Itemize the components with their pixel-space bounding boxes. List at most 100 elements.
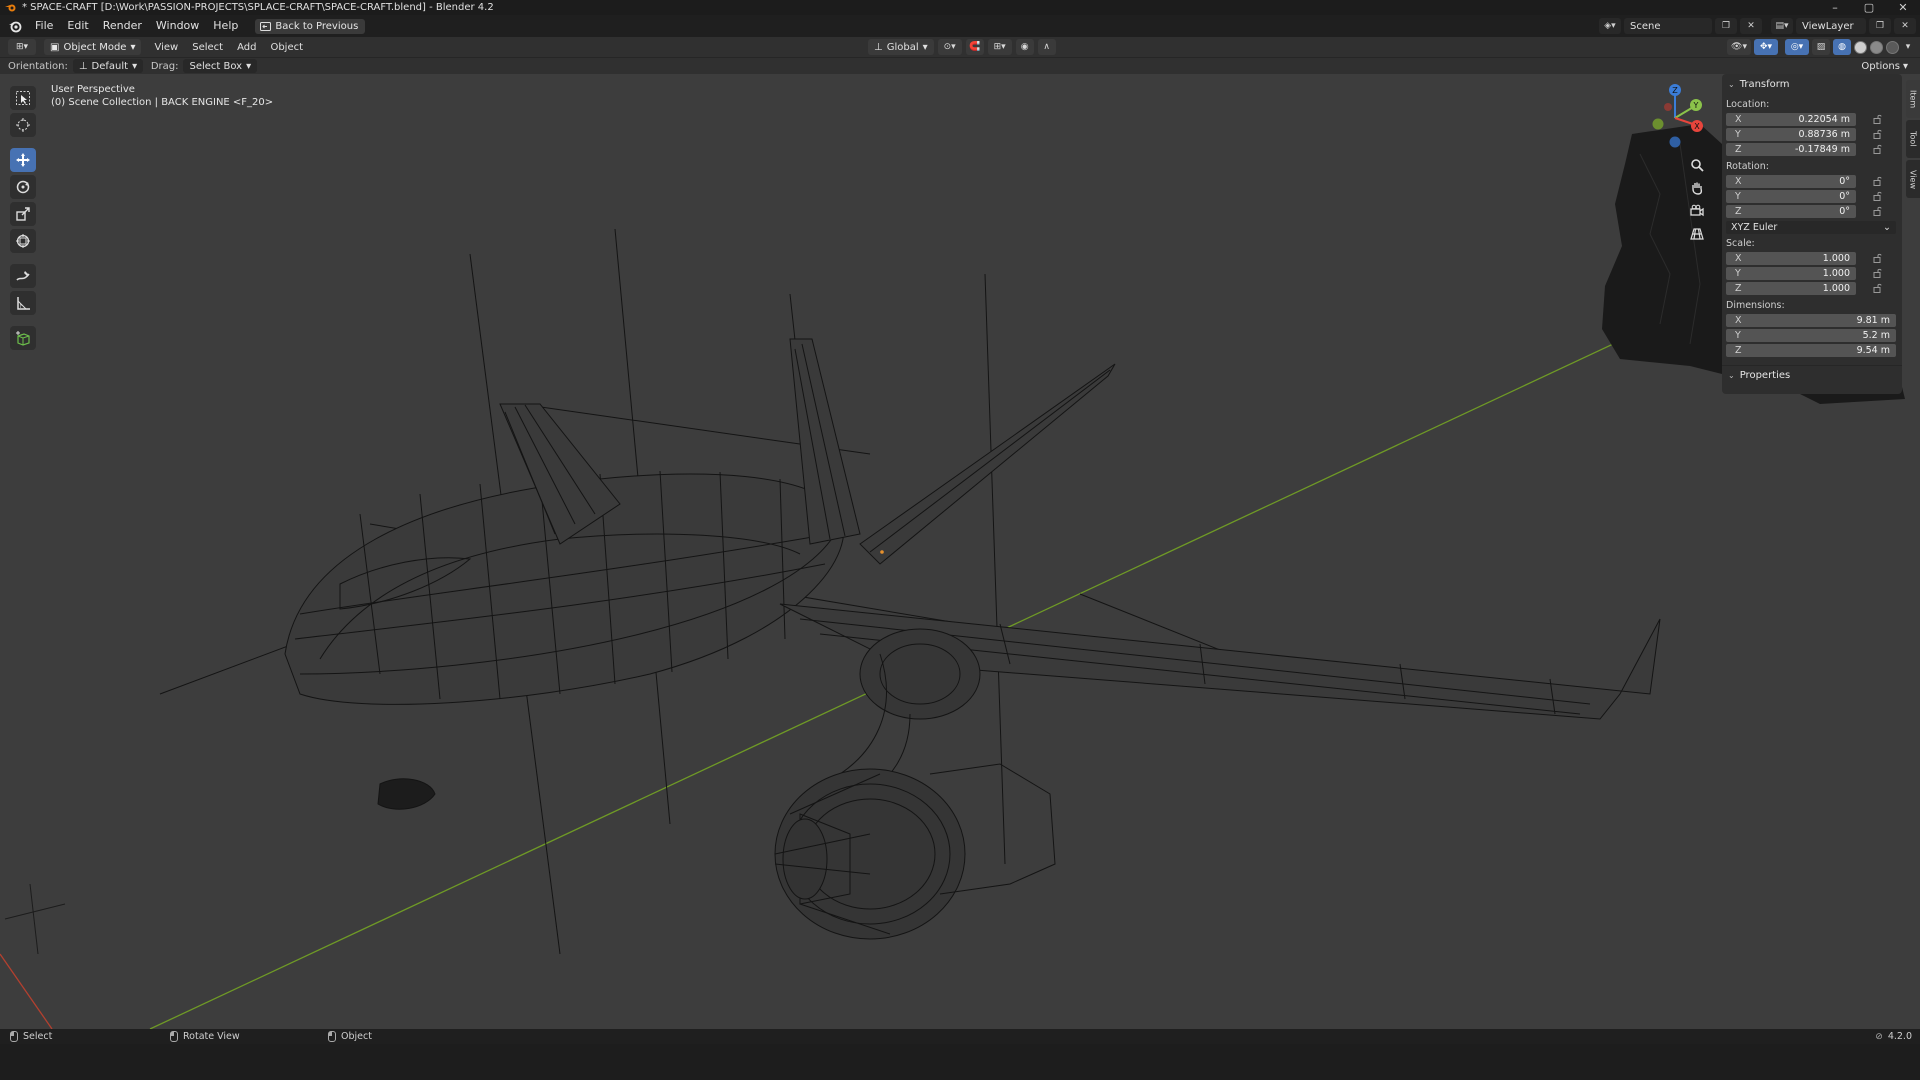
dimensions-x-field[interactable]: X 9.81 m [1726, 313, 1896, 327]
menu-render[interactable]: Render [96, 15, 149, 37]
new-scene-icon[interactable]: ❐ [1715, 18, 1737, 34]
location-z-field[interactable]: Z -0.17849 m [1726, 142, 1856, 156]
move-tool[interactable] [10, 148, 36, 172]
menu-window[interactable]: Window [149, 15, 206, 37]
material-shading-icon[interactable] [1870, 40, 1883, 54]
lock-icon[interactable] [1873, 176, 1883, 186]
pivot-point-icon[interactable]: ⊙▾ [937, 39, 962, 55]
back-to-previous-button[interactable]: Back to Previous [255, 18, 366, 34]
viewlayer-selector-icon[interactable]: ▤▾ [1771, 18, 1793, 34]
transform-panel-header[interactable]: ⌄ Transform [1722, 74, 1902, 94]
scale-tool[interactable] [10, 202, 36, 226]
close-button[interactable]: ✕ [1886, 0, 1920, 15]
lock-icon[interactable] [1873, 268, 1883, 278]
menu-file[interactable]: File [28, 15, 60, 37]
menu-help[interactable]: Help [206, 15, 245, 37]
3d-viewport[interactable]: User Perspective (0) Scene Collection | … [0, 74, 1920, 1029]
lock-icon[interactable] [1873, 283, 1883, 293]
snap-target-icon[interactable]: ⊞▾ [987, 39, 1012, 55]
falloff-curve-icon[interactable]: ∧ [1037, 39, 1056, 55]
overlay-toggle-icon[interactable]: ◎▾ [1785, 39, 1809, 55]
solid-shading-icon[interactable] [1854, 40, 1867, 54]
status-object-label: Object [341, 1031, 372, 1042]
lock-icon[interactable] [1873, 144, 1883, 154]
rotation-x-field[interactable]: X 0° [1726, 174, 1856, 188]
rendered-shading-icon[interactable] [1886, 40, 1899, 54]
spaceship-wireframe [159, 228, 1661, 955]
zoom-view-button[interactable] [1685, 154, 1709, 176]
scene-selector-icon[interactable]: ◈▾ [1599, 18, 1621, 34]
rotation-mode-dropdown[interactable]: XYZ Euler ⌄ [1726, 221, 1896, 234]
title-bar: * SPACE-CRAFT [D:\Work\PASSION-PROJECTS\… [0, 0, 1920, 15]
rotate-tool[interactable] [10, 175, 36, 199]
scale-z-field[interactable]: Z 1.000 [1726, 281, 1856, 295]
tab-view[interactable]: View [1906, 160, 1920, 198]
cursor-tool[interactable] [10, 113, 36, 137]
rotation-label: Rotation: [1726, 161, 1769, 172]
orientation-dropdown[interactable]: ⊥ Default ▾ [72, 59, 143, 73]
options-dropdown[interactable]: Options ▾ [1855, 59, 1914, 73]
shading-options-chevron-icon[interactable]: ▾ [1902, 39, 1914, 55]
tool-shelf [10, 86, 36, 350]
header-menu-view[interactable]: View [147, 42, 185, 53]
proportional-edit-icon[interactable]: ◉ [1015, 39, 1034, 55]
tab-tool[interactable]: Tool [1906, 120, 1920, 158]
navigation-gizmo[interactable]: Z Y X [1640, 82, 1710, 154]
version-label: 4.2.0 [1887, 1031, 1912, 1042]
lock-icon[interactable] [1873, 114, 1883, 124]
location-x-field[interactable]: X 0.22054 m [1726, 112, 1856, 126]
scale-x-field[interactable]: X 1.000 [1726, 251, 1856, 265]
delete-viewlayer-icon[interactable]: ✕ [1894, 18, 1916, 34]
blender-logo-icon[interactable] [8, 19, 22, 33]
world-axes-corner [4, 883, 66, 955]
tab-item[interactable]: Item [1906, 80, 1920, 118]
lock-icon[interactable] [1873, 191, 1883, 201]
header-menu-add[interactable]: Add [230, 42, 263, 53]
rotation-x-row: X 0° [1726, 174, 1902, 188]
transform-orientation-dropdown[interactable]: ⊥ Global ▾ [868, 39, 934, 55]
lock-icon[interactable] [1873, 206, 1883, 216]
delete-scene-icon[interactable]: ✕ [1740, 18, 1762, 34]
new-viewlayer-icon[interactable]: ❐ [1869, 18, 1891, 34]
select-box-tool[interactable] [10, 86, 36, 110]
gizmo-toggle-icon[interactable]: ✥▾ [1754, 39, 1778, 55]
properties-panel-header[interactable]: ⌄ Properties [1722, 365, 1902, 385]
dimensions-z-field[interactable]: Z 9.54 m [1726, 343, 1896, 357]
maximize-button[interactable]: ▢ [1852, 0, 1886, 15]
scale-y-field[interactable]: Y 1.000 [1726, 266, 1856, 280]
object-mode-dropdown[interactable]: ▣ Object Mode ▾ [44, 39, 142, 55]
xray-toggle-icon[interactable]: ▨ [1812, 39, 1830, 55]
menu-edit[interactable]: Edit [60, 15, 95, 37]
editor-type-button[interactable]: ⊞▾ [8, 39, 36, 55]
rotate-icon [16, 180, 30, 194]
lock-icon[interactable] [1873, 253, 1883, 263]
header-menu-object[interactable]: Object [263, 42, 310, 53]
gizmo-neg-y-axis[interactable] [1652, 118, 1664, 130]
pan-view-button[interactable] [1685, 177, 1709, 199]
wireframe-shading-icon[interactable]: ◍ [1833, 39, 1851, 55]
camera-view-button[interactable] [1685, 200, 1709, 222]
scene-name-field[interactable]: Scene [1624, 18, 1712, 34]
minimize-button[interactable]: – [1818, 0, 1852, 15]
gizmo-neg-z-axis[interactable] [1669, 136, 1681, 148]
location-y-field[interactable]: Y 0.88736 m [1726, 127, 1856, 141]
front-engine [774, 763, 1056, 940]
visibility-icon[interactable]: 👁▾ [1727, 39, 1751, 55]
scale-z-value: 1.000 [1822, 282, 1850, 294]
viewlayer-name-field[interactable]: ViewLayer [1796, 18, 1866, 34]
drag-dropdown[interactable]: Select Box ▾ [183, 59, 258, 73]
annotate-tool[interactable] [10, 264, 36, 288]
header-menu-select[interactable]: Select [185, 42, 230, 53]
scale-label: Scale: [1726, 238, 1755, 249]
add-cube-tool[interactable] [10, 326, 36, 350]
dimensions-y-field[interactable]: Y 5.2 m [1726, 328, 1896, 342]
snap-toggle-icon[interactable]: 🧲 [965, 39, 984, 55]
viewport-scene [0, 124, 1905, 1029]
gizmo-neg-x-axis[interactable] [1664, 103, 1672, 111]
measure-tool[interactable] [10, 291, 36, 315]
transform-tool[interactable] [10, 229, 36, 253]
perspective-toggle-button[interactable] [1685, 223, 1709, 245]
lock-icon[interactable] [1873, 129, 1883, 139]
rotation-y-field[interactable]: Y 0° [1726, 189, 1856, 203]
rotation-z-field[interactable]: Z 0° [1726, 204, 1856, 218]
